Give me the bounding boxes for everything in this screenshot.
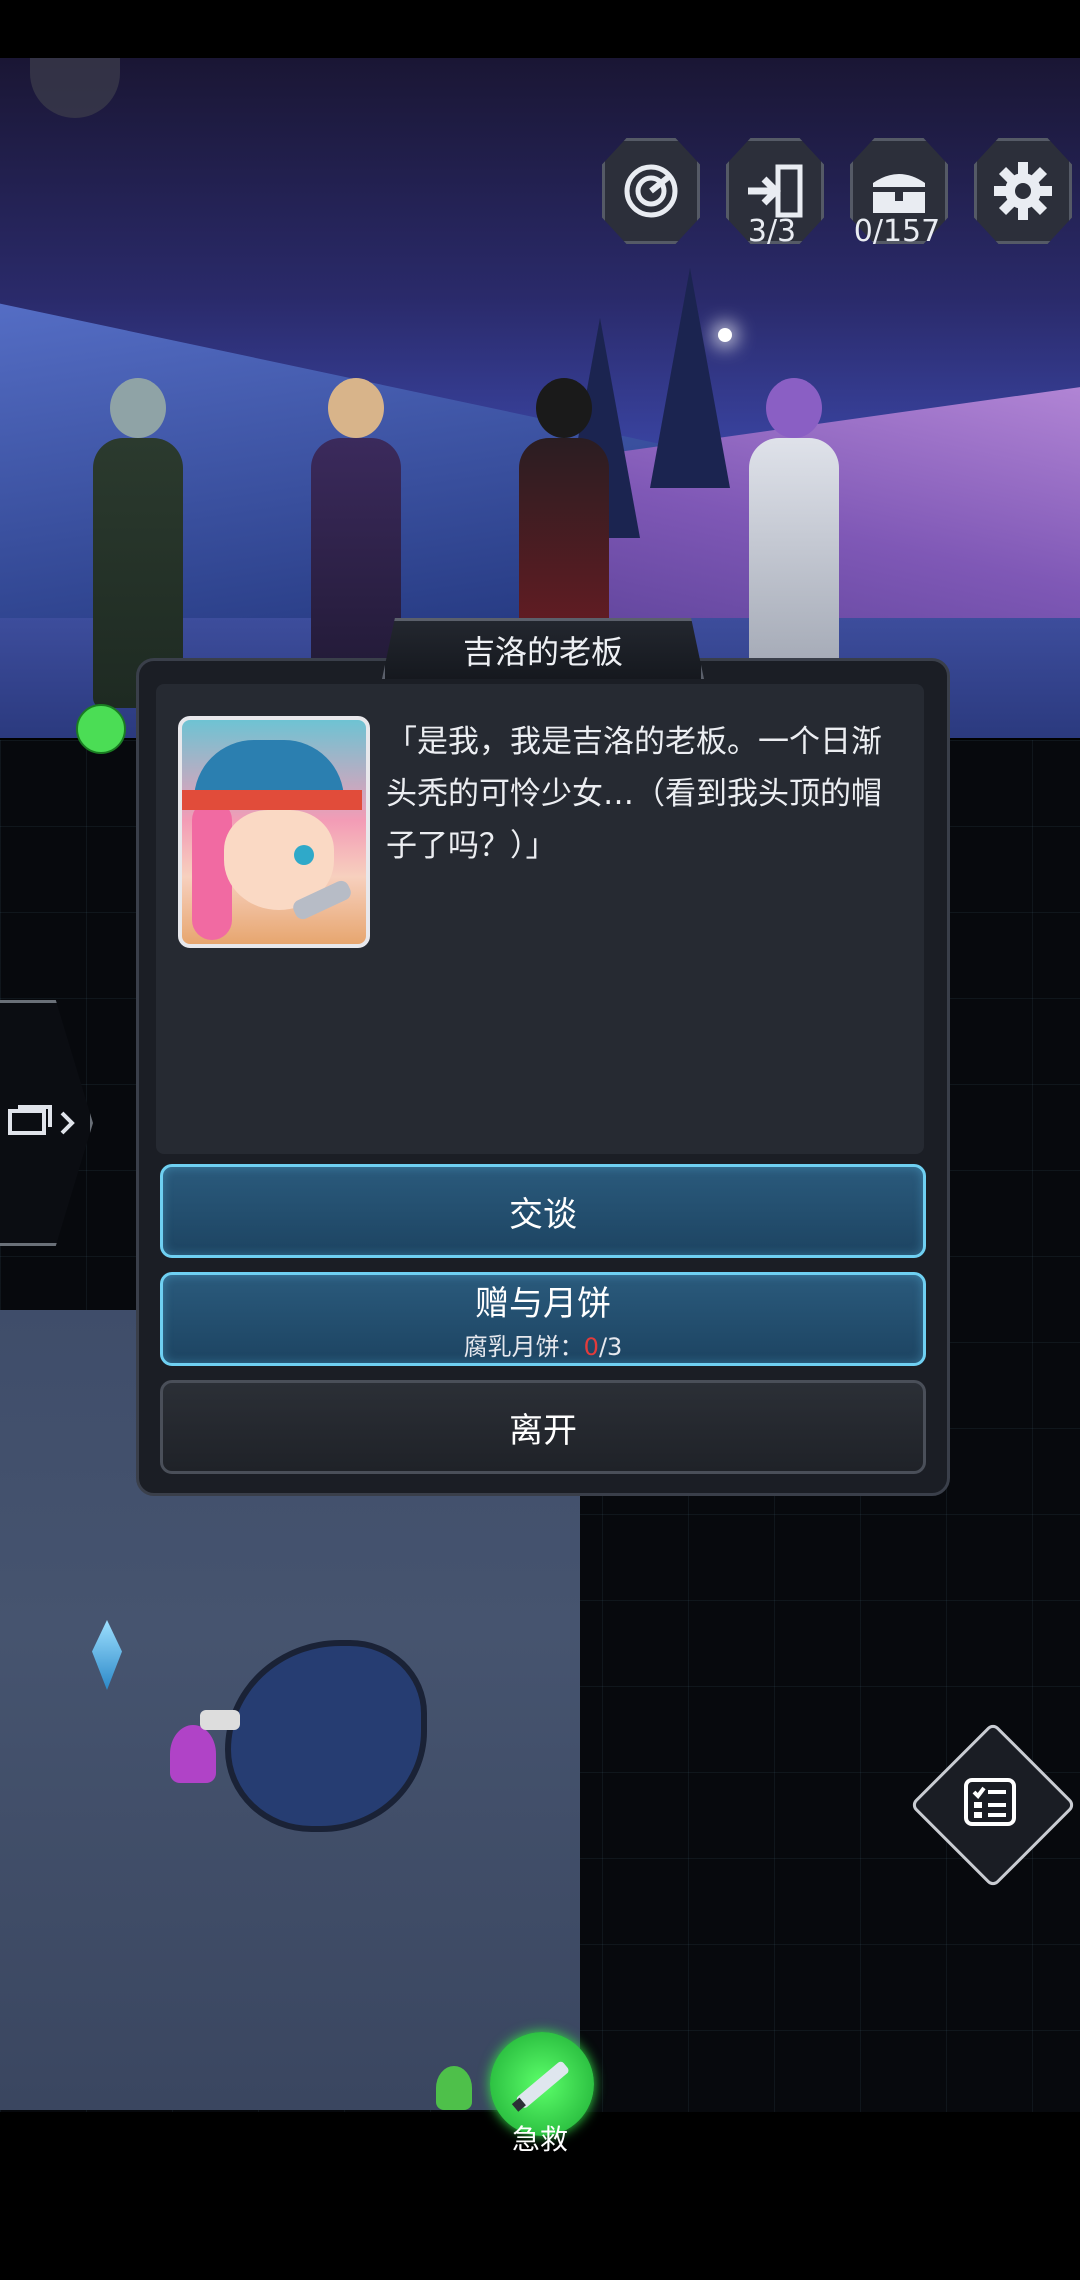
gift-button-label: 赠与月饼 — [475, 1284, 611, 1324]
gift-mooncake-button[interactable]: 赠与月饼 腐乳月饼：0/3 — [160, 1272, 926, 1366]
talk-button[interactable]: 交谈 — [160, 1164, 926, 1258]
hooded-npc[interactable] — [170, 1725, 216, 1783]
moon — [30, 58, 120, 118]
dialog-text: 「是我，我是吉洛的老板。一个日渐头秃的可怜少女…（看到我头顶的帽子了吗？）」 — [386, 724, 882, 864]
radar-icon — [624, 164, 678, 218]
settings-button[interactable] — [974, 138, 1072, 244]
leave-button[interactable]: 离开 — [160, 1380, 926, 1474]
party-avatar[interactable] — [76, 704, 126, 754]
exit-door-icon — [748, 164, 803, 218]
chest-count: 0/157 — [853, 214, 941, 249]
pine-tree — [650, 268, 730, 488]
speech-bubble-icon — [200, 1710, 240, 1730]
player-marker — [436, 2066, 472, 2110]
leave-button-label: 离开 — [509, 1410, 577, 1451]
gear-icon — [994, 162, 1052, 220]
talk-button-label: 交谈 — [509, 1194, 577, 1235]
rescue-label: 急救 — [511, 2123, 568, 2156]
checklist-icon — [964, 1778, 1016, 1826]
chat-icon — [8, 1105, 75, 1135]
radar-button[interactable] — [602, 138, 700, 244]
dialog-title: 吉洛的老板 — [382, 618, 704, 679]
treasure-chest-icon — [873, 174, 925, 213]
npc-portrait — [178, 716, 370, 948]
exit-count: 3/3 — [747, 214, 797, 249]
gift-requirement: 腐乳月饼：0/3 — [463, 1333, 623, 1361]
